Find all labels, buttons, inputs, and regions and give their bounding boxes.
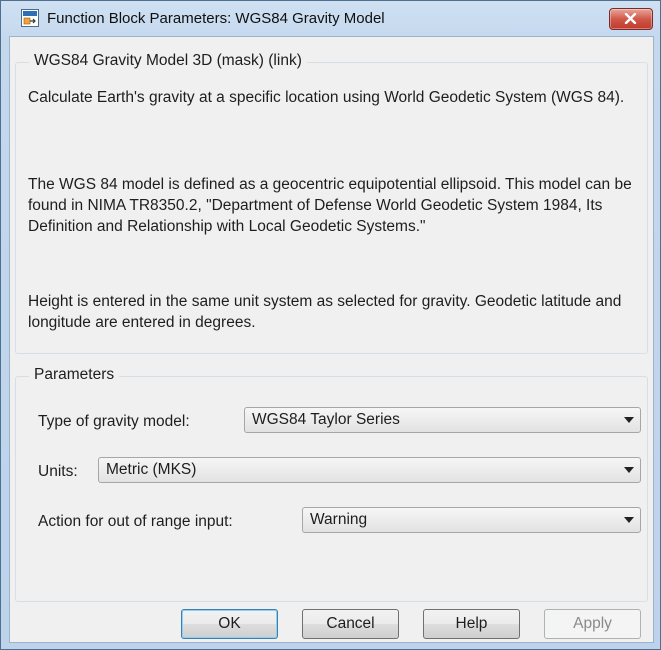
description-paragraph-3: Height is entered in the same unit syste… — [28, 293, 622, 331]
gravity-model-label: Type of gravity model: — [38, 413, 190, 430]
units-select[interactable]: Metric (MKS) — [98, 457, 641, 483]
chevron-down-icon — [624, 517, 634, 523]
out-of-range-value: Warning — [310, 511, 368, 528]
cancel-button[interactable]: Cancel — [302, 609, 399, 639]
apply-button[interactable]: Apply — [544, 609, 641, 639]
close-button[interactable] — [609, 8, 653, 30]
simulink-block-icon — [21, 9, 39, 27]
description-group-title: WGS84 Gravity Model 3D (mask) (link) — [29, 52, 307, 70]
parameters-group-title: Parameters — [29, 366, 120, 384]
chevron-down-icon — [624, 467, 634, 473]
dialog-body: WGS84 Gravity Model 3D (mask) (link) Cal… — [9, 36, 654, 643]
gravity-model-value: WGS84 Taylor Series — [252, 411, 400, 428]
units-value: Metric (MKS) — [106, 461, 197, 478]
gravity-model-select[interactable]: WGS84 Taylor Series — [244, 407, 641, 433]
out-of-range-label: Action for out of range input: — [38, 513, 233, 530]
help-button[interactable]: Help — [423, 609, 520, 639]
description-paragraph-2: The WGS 84 model is defined as a geocent… — [28, 176, 632, 235]
dialog-window: Function Block Parameters: WGS84 Gravity… — [0, 0, 661, 650]
out-of-range-select[interactable]: Warning — [302, 507, 641, 533]
title-bar[interactable]: Function Block Parameters: WGS84 Gravity… — [1, 1, 660, 37]
window-title: Function Block Parameters: WGS84 Gravity… — [47, 10, 385, 27]
ok-button[interactable]: OK — [181, 609, 278, 639]
close-icon — [624, 13, 637, 24]
description-paragraph-1: Calculate Earth's gravity at a specific … — [28, 89, 625, 106]
chevron-down-icon — [624, 417, 634, 423]
units-label: Units: — [38, 463, 78, 480]
